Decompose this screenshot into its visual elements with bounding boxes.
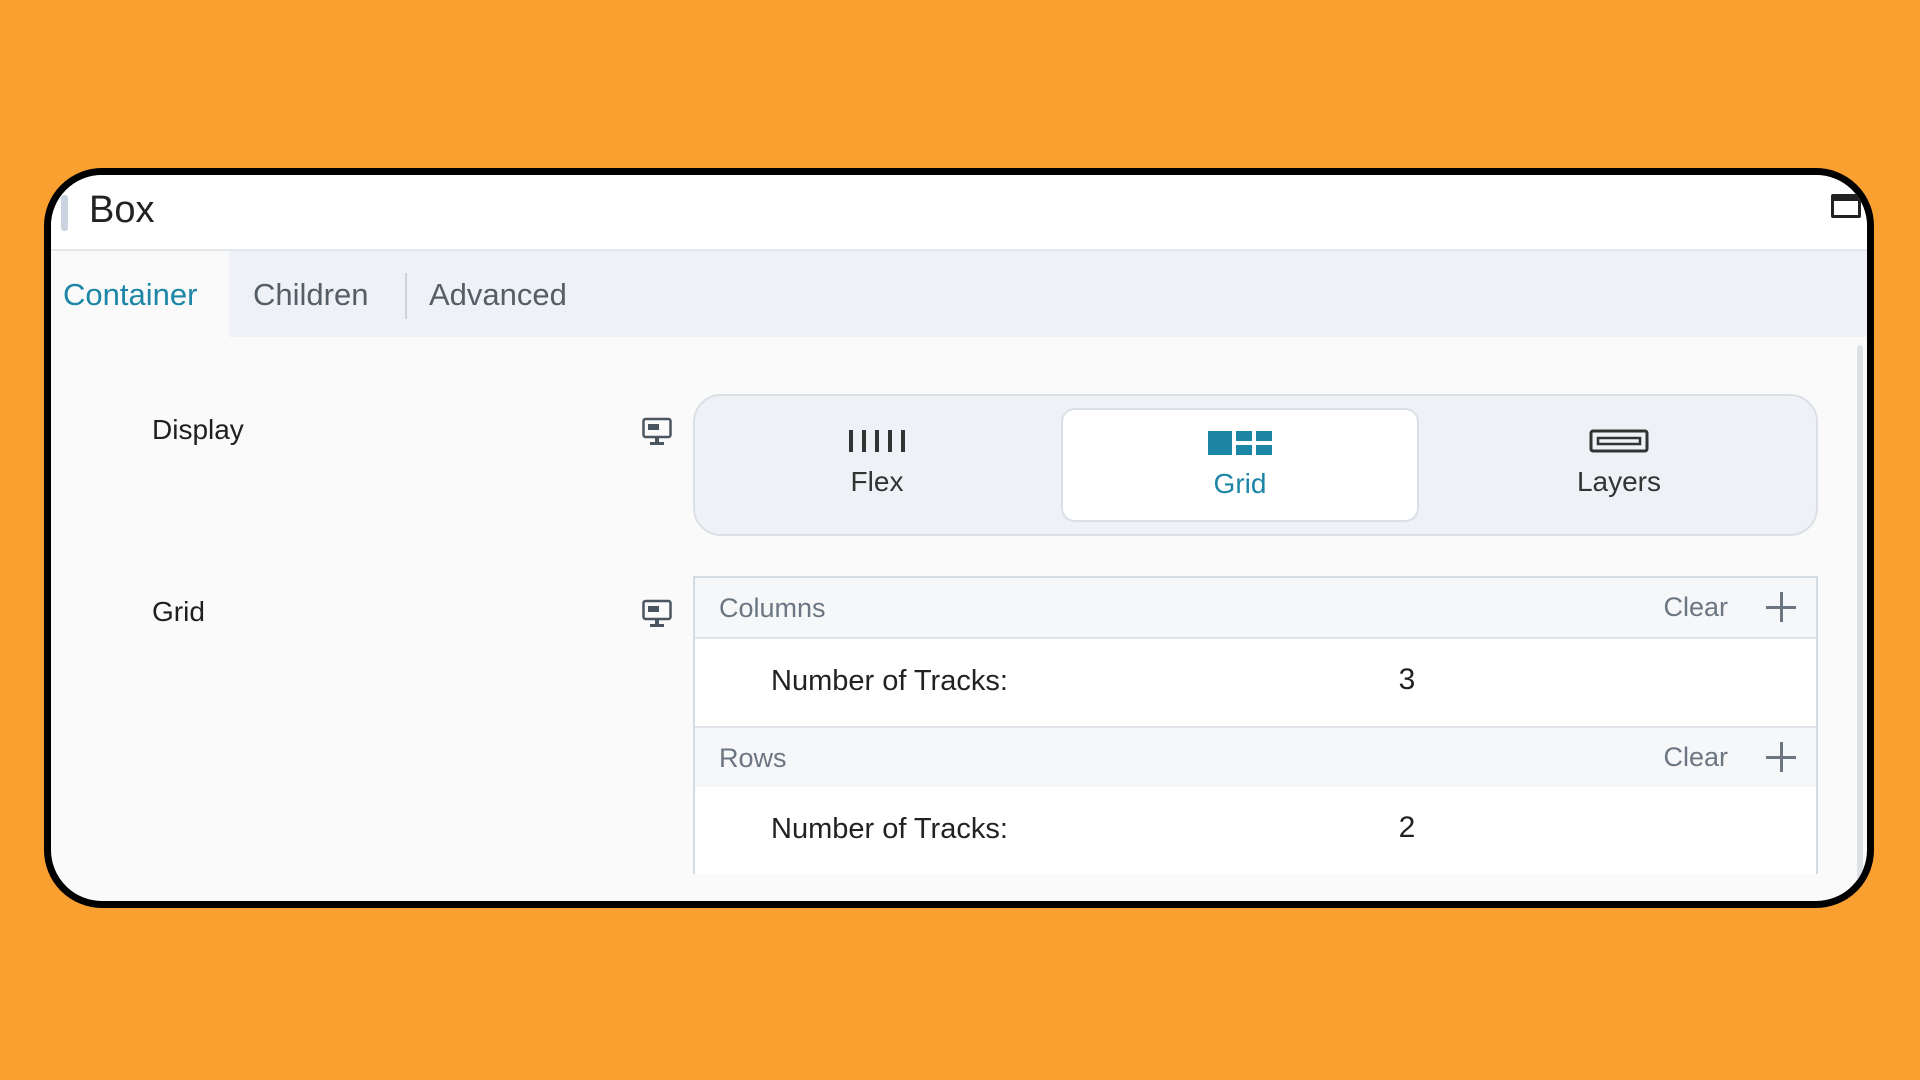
tab-container[interactable]: Container: [51, 251, 229, 337]
desktop-icon[interactable]: [642, 417, 672, 447]
tab-bar: Container Children Advanced: [51, 251, 1867, 337]
columns-clear-button[interactable]: Clear: [1663, 592, 1728, 623]
display-option-flex-label: Flex: [850, 466, 904, 497]
scrollbar[interactable]: [1857, 345, 1863, 885]
rows-title: Rows: [719, 743, 787, 773]
display-option-layers-label: Layers: [1576, 466, 1662, 497]
rows-header: Rows Clear: [695, 726, 1816, 789]
title-accent: [61, 195, 68, 231]
display-option-layers[interactable]: Layers: [1429, 408, 1809, 522]
flex-columns-icon: [849, 430, 905, 452]
grid-label: Grid: [152, 596, 205, 627]
columns-tracks-label: Number of Tracks:: [771, 665, 1008, 697]
box-panel: Box Container Children Advanced Display …: [44, 168, 1874, 908]
rows-tracks-input[interactable]: 2: [1377, 811, 1437, 845]
desktop-icon[interactable]: [642, 599, 672, 629]
maximize-icon[interactable]: [1831, 194, 1861, 218]
rows-add-icon[interactable]: [1766, 742, 1796, 772]
columns-tracks-input[interactable]: 3: [1377, 663, 1437, 697]
columns-header: Columns Clear: [695, 578, 1816, 639]
columns-title: Columns: [719, 593, 826, 623]
rows-tracks-row: Number of Tracks: 2: [695, 787, 1816, 874]
panel-title: Box: [89, 189, 155, 231]
title-bar: Box: [51, 175, 1867, 251]
layers-icon: [1589, 429, 1649, 453]
columns-add-icon[interactable]: [1766, 592, 1796, 622]
columns-tracks-row: Number of Tracks: 3: [695, 639, 1816, 726]
display-option-grid[interactable]: Grid: [1061, 408, 1419, 522]
tab-children[interactable]: Children: [253, 251, 393, 337]
grid-icon: [1208, 431, 1272, 455]
tab-advanced[interactable]: Advanced: [429, 251, 589, 337]
tab-divider: [405, 273, 407, 319]
display-mode-selector: Flex Grid Layers: [693, 394, 1818, 536]
rows-tracks-label: Number of Tracks:: [771, 813, 1008, 845]
rows-clear-button[interactable]: Clear: [1663, 742, 1728, 773]
display-label: Display: [152, 414, 244, 445]
display-option-grid-label: Grid: [1213, 468, 1267, 499]
display-option-flex[interactable]: Flex: [703, 408, 1051, 522]
grid-settings: Columns Clear Number of Tracks: 3 Rows C…: [693, 576, 1818, 874]
